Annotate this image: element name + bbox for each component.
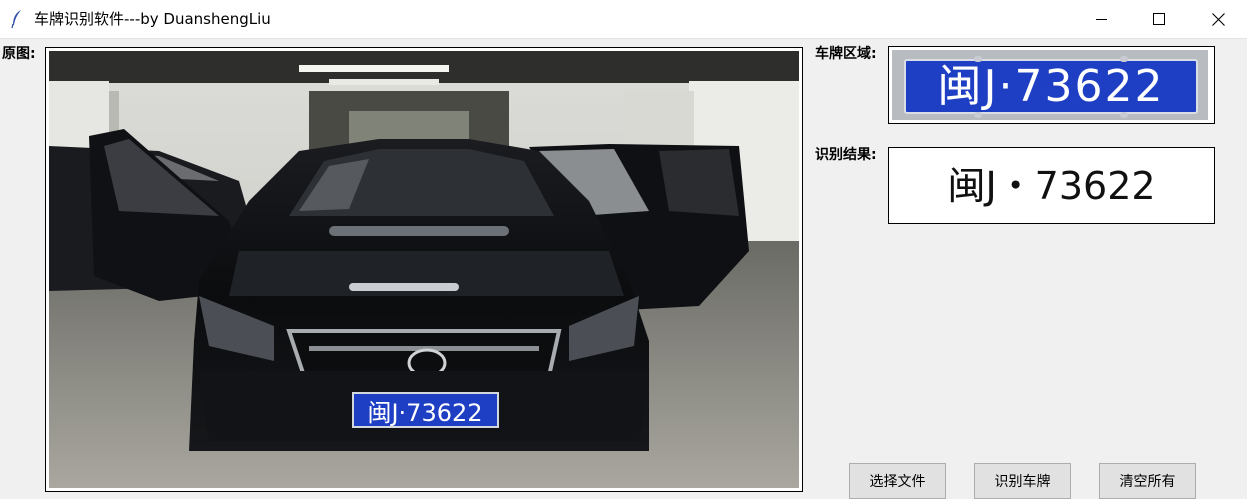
recognize-plate-button[interactable]: 识别车牌 [974,463,1071,499]
license-plate: 闽J·73622 [904,59,1198,114]
feather-icon [11,10,21,29]
maximize-icon [1153,13,1165,25]
minimize-button[interactable] [1072,0,1130,38]
photo-plate-text: 闽J·73622 [367,399,482,427]
title-bar: 车牌识别软件---by DuanshengLiu [0,0,1247,39]
minimize-icon [1095,18,1107,20]
original-image-panel: 闽J·73622 [45,47,803,492]
select-file-button[interactable]: 选择文件 [849,463,946,499]
recognition-result-panel: 闽J・73622 [888,147,1215,224]
car-photo: 闽J·73622 [49,51,799,488]
plate-region-panel: 闽J·73622 [888,46,1215,124]
recognition-result-text: 闽J・73622 [947,163,1156,208]
window-title: 车牌识别软件---by DuanshengLiu [34,10,271,28]
recognition-result-label: 识别结果: [815,147,877,163]
rivet-icon [1120,56,1128,62]
close-icon [1211,12,1225,26]
maximize-button[interactable] [1130,0,1188,38]
plate-crop-text: 闽J·73622 [937,60,1165,112]
rivet-icon [1120,112,1128,118]
close-button[interactable] [1189,0,1247,38]
rivet-icon [974,112,982,118]
rivet-icon [974,56,982,62]
plate-crop-image: 闽J·73622 [892,50,1208,120]
original-image-label: 原图: [2,46,36,62]
plate-region-label: 车牌区域: [815,46,877,62]
clear-all-button[interactable]: 清空所有 [1099,463,1196,499]
